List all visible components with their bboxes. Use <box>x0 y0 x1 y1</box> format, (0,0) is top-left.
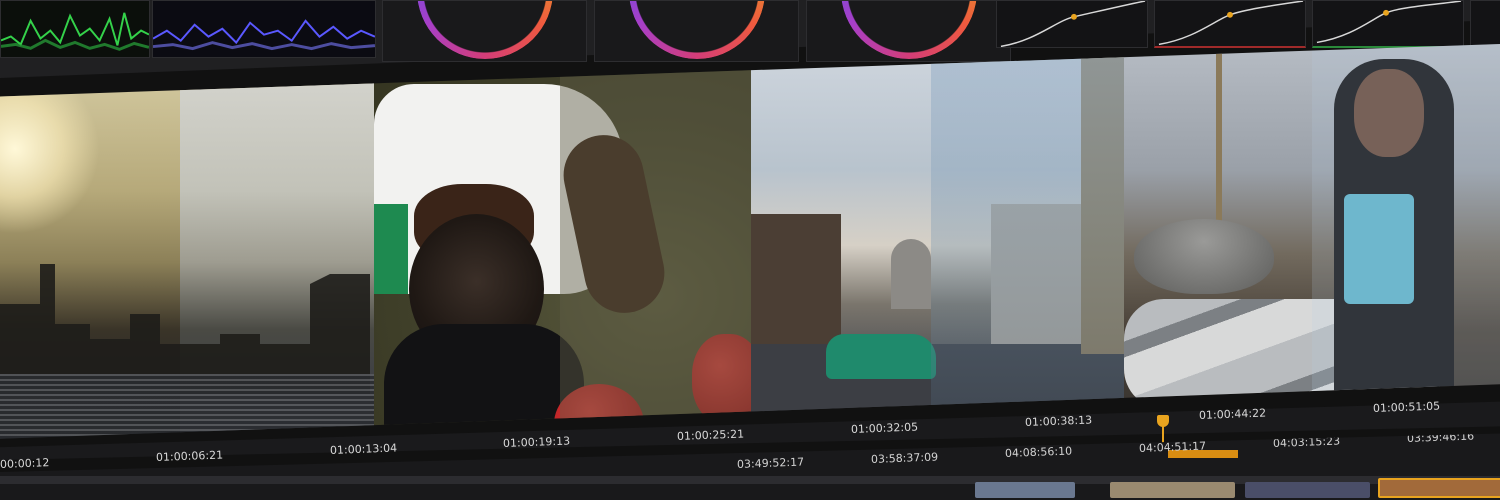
curve-icon <box>1316 1 1462 44</box>
thumbnail-timecode: 04:08:56:10 <box>1004 444 1073 460</box>
color-wheel-lift[interactable] <box>382 0 587 62</box>
capitol-dome <box>891 239 931 309</box>
pole <box>1216 44 1222 224</box>
color-wheel-icon <box>840 1 977 59</box>
waveform-scope-green <box>0 0 150 58</box>
curve-editor-blue[interactable] <box>1470 0 1500 48</box>
ruler-timecode: 01:00:44:22 <box>1198 406 1267 422</box>
clip-thumbnail[interactable] <box>1110 482 1235 498</box>
ruler-timecode: 01:00:25:21 <box>676 427 745 443</box>
vintage-car <box>826 334 936 379</box>
ruler-timecode: 01:00:32:05 <box>850 420 919 436</box>
ruler-timecode: 00:00:12 <box>0 456 50 471</box>
thumbnail-timecode: 03:58:37:09 <box>870 450 939 466</box>
clip-thumbnail[interactable] <box>1245 482 1370 498</box>
color-wheel-icon <box>628 1 765 59</box>
color-wheel-gamma[interactable] <box>594 0 799 62</box>
green-sleeve <box>374 204 408 294</box>
ruler-timecode: 01:00:19:13 <box>502 434 571 450</box>
metal-bowl <box>1134 219 1274 294</box>
curve-editor-red[interactable] <box>1154 0 1306 48</box>
waveform-scope-icon <box>1 12 149 51</box>
ruler-timecode: 01:00:13:04 <box>329 441 398 457</box>
city-skyline <box>0 264 370 394</box>
ruler-timecode: 01:00:51:05 <box>1372 399 1441 415</box>
color-wheel-gain[interactable] <box>806 0 1011 62</box>
curve-icon <box>1158 1 1304 46</box>
ruler-timecode: 01:00:38:13 <box>1024 413 1093 429</box>
curve-editor-master[interactable] <box>996 0 1148 48</box>
color-wheel-icon <box>416 1 553 59</box>
parade-scope-blue <box>152 0 376 58</box>
curve-editor-green[interactable] <box>1312 0 1464 48</box>
curve-icon <box>1000 1 1146 47</box>
thumbnail-timecode: 03:49:52:17 <box>736 455 805 471</box>
building <box>751 214 841 344</box>
ruler-timecode: 01:00:06:21 <box>155 448 224 464</box>
parade-scope-icon <box>153 19 375 51</box>
clip-thumbnail[interactable] <box>975 482 1075 498</box>
resolve-color-page: 00:00:12 01:00:06:21 01:00:13:04 01:00:1… <box>0 0 1500 500</box>
clip-thumbnail-selected[interactable] <box>1378 478 1500 498</box>
